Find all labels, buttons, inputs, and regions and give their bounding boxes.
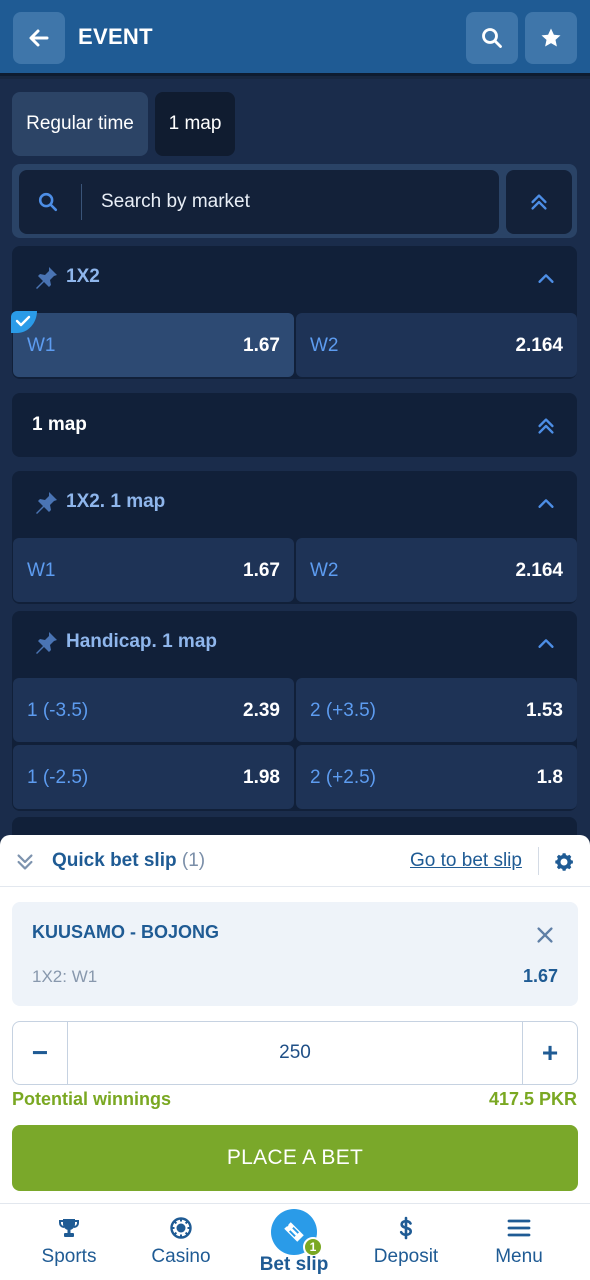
nav-label: Sports [41, 1246, 97, 1267]
arrow-left-icon [29, 29, 49, 47]
double-chevron-up-icon[interactable] [535, 415, 557, 437]
odd-value: 1.98 [243, 767, 280, 788]
stake-input[interactable]: 250 [69, 1022, 521, 1084]
chevron-up-icon[interactable] [535, 493, 557, 515]
search-divider [81, 184, 82, 220]
star-icon [541, 28, 561, 47]
odd-value: 1.8 [536, 767, 563, 788]
bet-card: KUUSAMO - BOJONG 1X2: W1 1.67 [12, 902, 578, 1006]
tab-1-map[interactable]: 1 map [155, 92, 235, 156]
go-to-bet-slip-link[interactable]: Go to bet slip [410, 850, 522, 872]
odd-button-handicap[interactable]: 2 (+2.5) 1.8 [296, 745, 577, 809]
collapse-all-button[interactable] [506, 170, 572, 234]
odd-label: W2 [310, 335, 339, 356]
nav-label: Menu [495, 1246, 543, 1267]
odd-label: 1 (-3.5) [27, 700, 89, 721]
top-bar: EVENT [0, 0, 590, 76]
dollar-icon [399, 1216, 413, 1240]
chevron-up-icon[interactable] [535, 633, 557, 655]
odd-button-handicap[interactable]: 1 (-2.5) 1.98 [13, 745, 294, 809]
odd-button-w2[interactable]: W2 2.164 [296, 538, 577, 602]
nav-label: Deposit [373, 1246, 439, 1267]
odd-value: 1.67 [243, 335, 280, 356]
odd-button-w1[interactable]: W1 1.67 [13, 538, 294, 602]
search-box [19, 170, 499, 234]
market-title: 1X2 [66, 266, 100, 287]
nav-label: Bet slip [259, 1254, 329, 1275]
bet-event-name: KUUSAMO - BOJONG [32, 922, 220, 942]
odd-value: 1.53 [526, 700, 563, 721]
odd-value: 2.164 [515, 335, 563, 356]
pin-icon [36, 267, 57, 289]
odd-button-handicap[interactable]: 2 (+3.5) 1.53 [296, 678, 577, 742]
market-handicap-1-map: Handicap. 1 map 1 (-3.5) 2.39 2 (+3.5) 1… [12, 611, 577, 811]
hamburger-icon [507, 1219, 531, 1237]
odd-value: 2.39 [243, 700, 280, 721]
market-title: 1X2. 1 map [66, 491, 166, 512]
pin-icon [36, 632, 57, 654]
odd-button-w1[interactable]: W1 1.67 [11, 311, 294, 377]
odd-button-w2[interactable]: W2 2.164 [296, 313, 577, 377]
odd-value: 1.67 [243, 560, 280, 581]
back-button[interactable] [13, 12, 65, 64]
slip-title: Quick bet slip (1) [52, 850, 205, 872]
market-title: Handicap. 1 map [66, 631, 217, 652]
bet-odd: 1.67 [522, 966, 558, 986]
odd-label: W1 [27, 335, 56, 356]
favorite-button[interactable] [525, 12, 577, 64]
market-header[interactable]: 1X2 [12, 246, 577, 310]
market-header[interactable]: Handicap. 1 map [12, 611, 577, 675]
tab-regular-time[interactable]: Regular time [12, 92, 148, 156]
double-chevron-down-icon[interactable] [14, 851, 36, 873]
market-group-1-map[interactable]: 1 map [12, 393, 577, 457]
double-chevron-up-icon [531, 194, 547, 210]
decrease-stake-button[interactable]: − [13, 1022, 68, 1084]
quick-bet-slip: Quick bet slip (1) Go to bet slip KUUSAM… [0, 835, 590, 1203]
odd-label: W1 [27, 560, 56, 581]
odd-label: 2 (+2.5) [310, 767, 377, 788]
slip-count: (1) [181, 850, 206, 871]
market-search-bar [12, 164, 577, 238]
bet-market: 1X2: W1 [32, 967, 98, 986]
search-icon [482, 28, 502, 48]
increase-stake-button[interactable]: + [522, 1022, 577, 1084]
odd-label: 2 (+3.5) [310, 700, 377, 721]
odd-label: 1 (-2.5) [27, 767, 89, 788]
search-icon [38, 192, 58, 212]
page-title: EVENT [78, 24, 153, 49]
divider [538, 847, 539, 875]
event-content: Regular time 1 map 1X2 W1 1.67 W2 2.164 … [0, 79, 590, 839]
nav-label: Casino [151, 1246, 211, 1267]
pin-icon [36, 492, 57, 514]
market-header[interactable]: 1X2. 1 map [12, 471, 577, 535]
group-title: 1 map [32, 414, 87, 435]
nav-item-casino[interactable]: Casino [122, 1204, 240, 1280]
odd-value: 2.164 [515, 560, 563, 581]
potential-winnings-value: 417.5 PKR [488, 1089, 577, 1109]
search-button[interactable] [466, 12, 518, 64]
nav-item-sports[interactable]: Sports [10, 1204, 128, 1280]
check-icon [11, 311, 37, 333]
odd-label: W2 [310, 560, 339, 581]
nav-item-bet-slip[interactable]: 1 Bet slip [235, 1204, 353, 1280]
market-1x2: 1X2 W1 1.67 W2 2.164 [11, 246, 577, 379]
odd-button-handicap[interactable]: 1 (-3.5) 2.39 [13, 678, 294, 742]
stake-stepper: − 250 + [12, 1021, 578, 1085]
chevron-up-icon[interactable] [535, 268, 557, 290]
slip-title-text: Quick bet slip [52, 850, 177, 871]
trophy-icon [59, 1219, 79, 1237]
market-1x2-1-map: 1X2. 1 map W1 1.67 W2 2.164 [12, 471, 577, 604]
casino-chip-icon [170, 1217, 192, 1239]
potential-winnings-label: Potential winnings [12, 1089, 172, 1109]
slip-header: Quick bet slip (1) Go to bet slip [0, 835, 590, 887]
ticket-icon [284, 1222, 304, 1242]
gear-icon[interactable] [552, 850, 576, 874]
bottom-navigation: Sports Casino 1 Bet slip Deposit Menu [0, 1203, 590, 1280]
nav-item-menu[interactable]: Menu [460, 1204, 578, 1280]
close-icon[interactable] [534, 924, 556, 946]
place-bet-button[interactable]: PLACE A BET [12, 1125, 578, 1191]
market-search-input[interactable] [101, 186, 481, 218]
nav-item-deposit[interactable]: Deposit [347, 1204, 465, 1280]
